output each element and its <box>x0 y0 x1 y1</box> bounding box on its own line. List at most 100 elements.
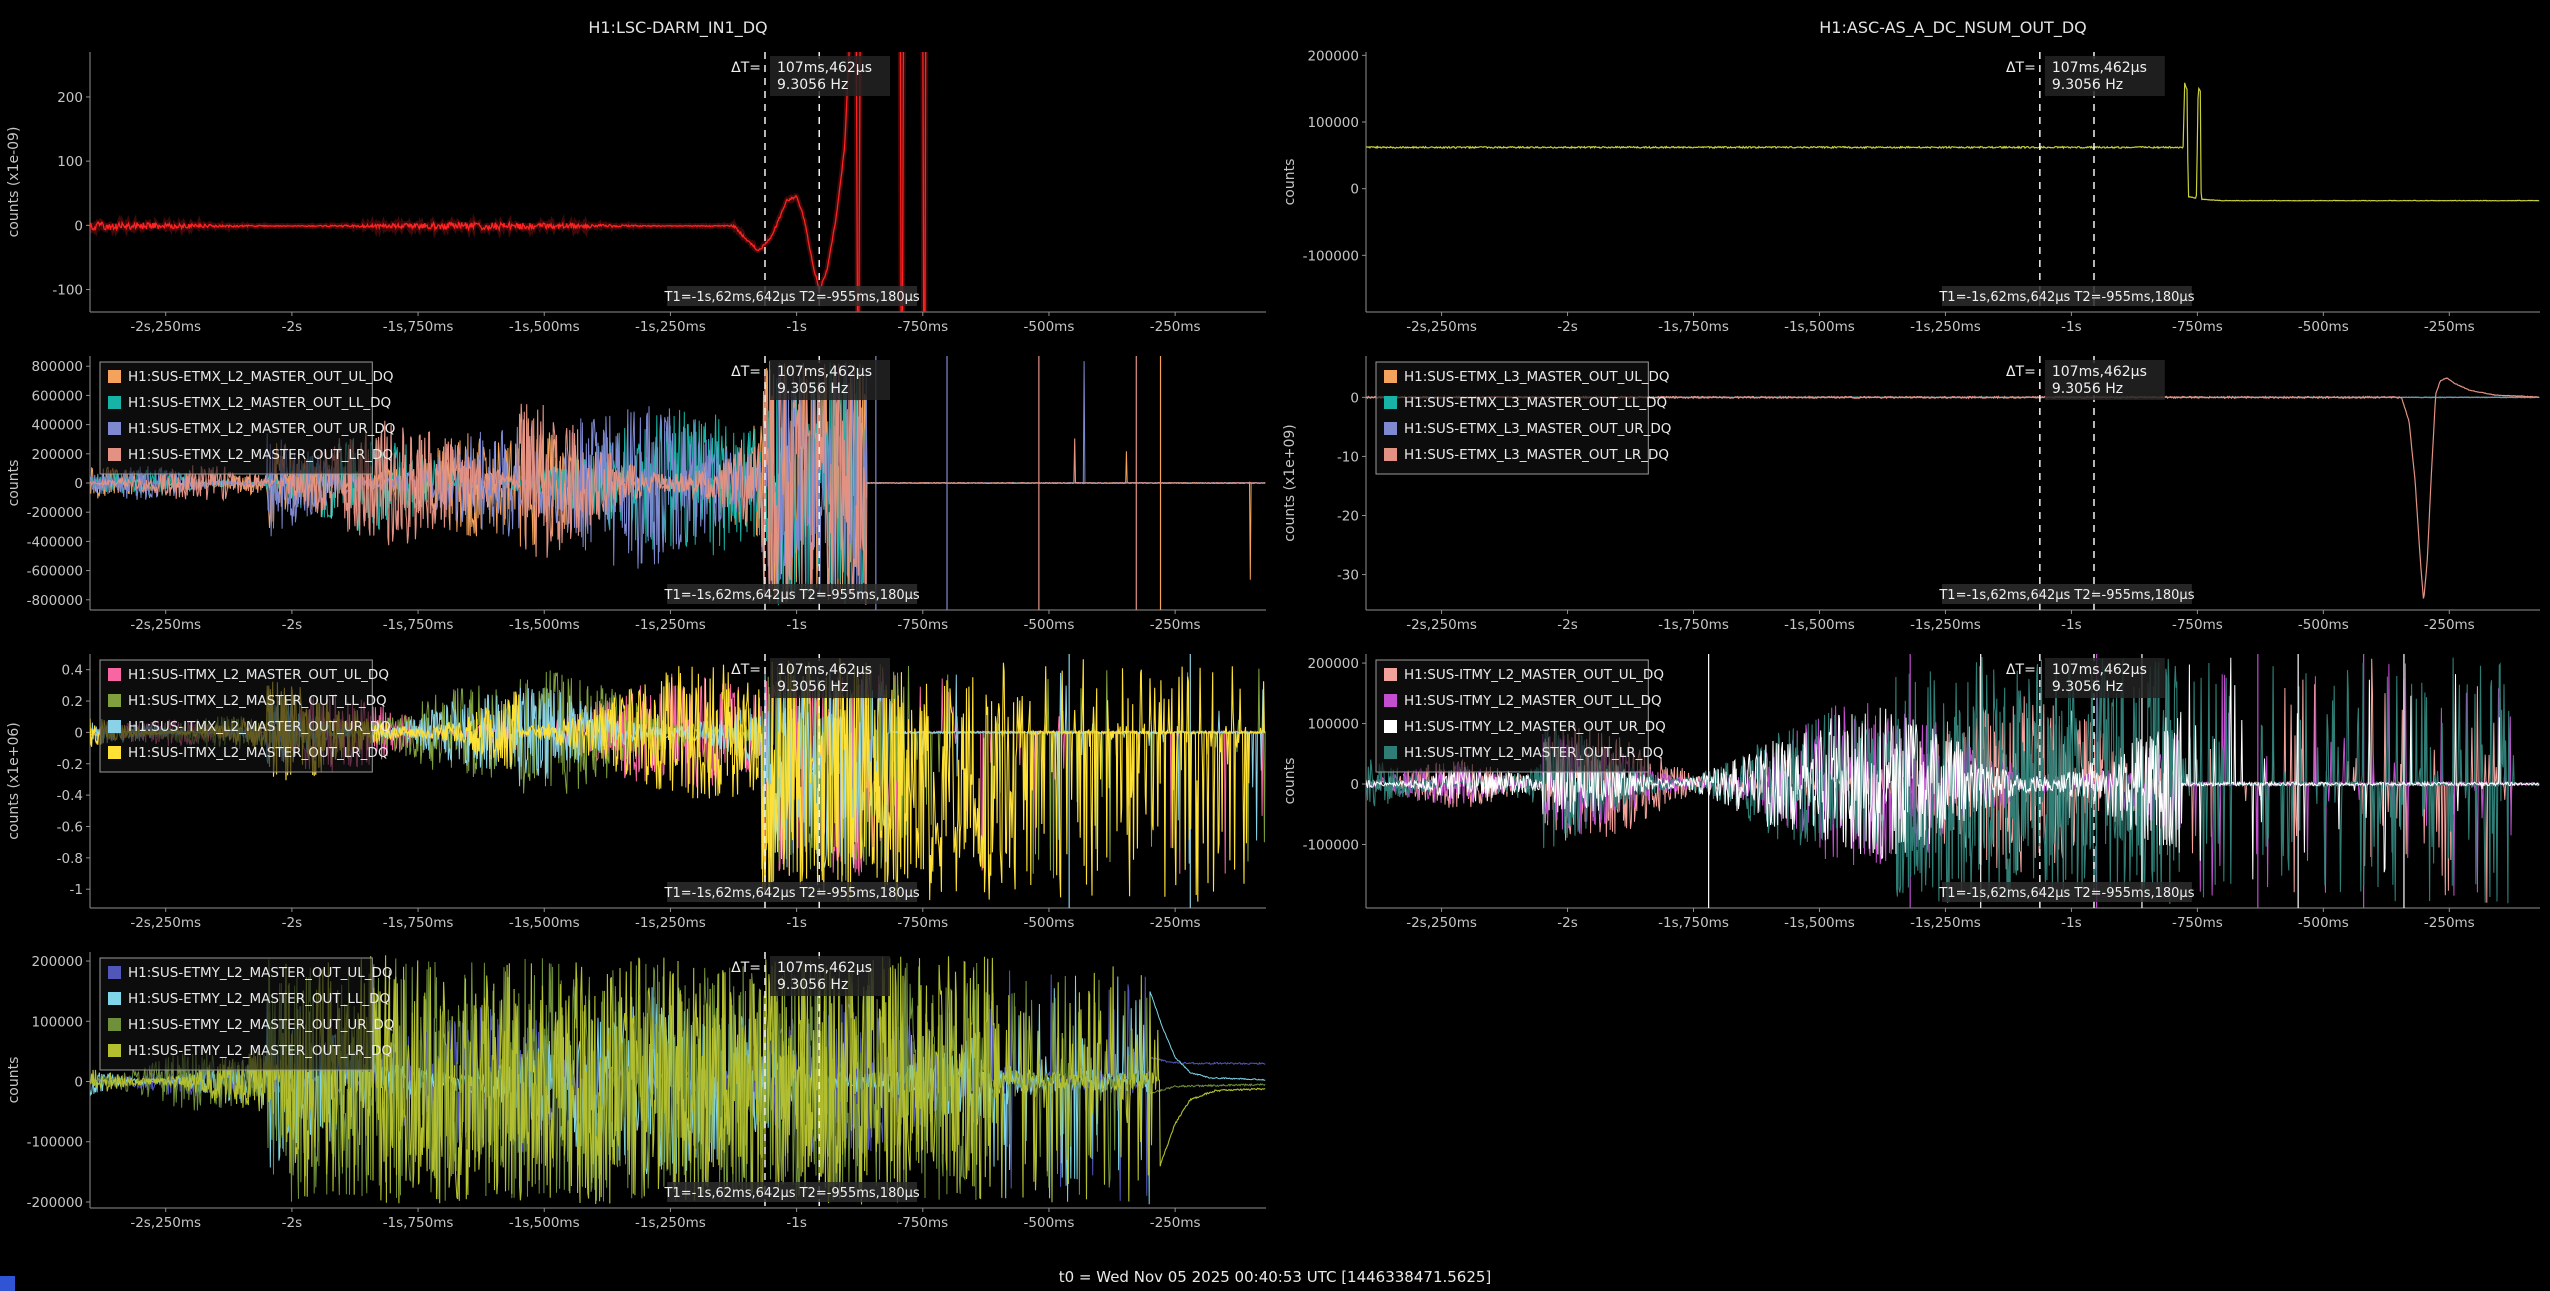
y-tick-label: -100000 <box>27 1135 83 1151</box>
y-tick-label: -20 <box>1337 508 1359 524</box>
x-tick-label: -1s,250ms <box>635 617 706 633</box>
x-tick-label: -750ms <box>2172 915 2223 931</box>
x-tick-label: -2s <box>1557 319 1578 335</box>
x-tick-label: -2s,250ms <box>1406 915 1477 931</box>
delta-t-value: 107ms,462μs <box>777 60 872 76</box>
x-tick-label: -500ms <box>1024 1215 1075 1231</box>
y-tick-label: 0 <box>74 218 83 234</box>
x-tick-label: -750ms <box>897 915 948 931</box>
legend-label: H1:SUS-ETMX_L2_MASTER_OUT_UR_DQ <box>128 421 395 437</box>
y-tick-label: 600000 <box>31 388 83 404</box>
legend-swatch <box>1384 370 1397 383</box>
plot-canvas[interactable]: counts2000001000000-100000-200000-2s,250… <box>2 940 1274 1236</box>
y-axis-label: counts <box>6 460 22 507</box>
x-tick-label: -1s,500ms <box>509 1215 580 1231</box>
legend-label: H1:SUS-ETMX_L3_MASTER_OUT_UL_DQ <box>1404 369 1670 385</box>
y-tick-label: -30 <box>1337 568 1359 584</box>
x-tick-label: -2s,250ms <box>130 617 201 633</box>
x-tick-label: -2s,250ms <box>1406 319 1477 335</box>
x-tick-label: -2s <box>282 617 303 633</box>
plot-h1-sus-etmx-l2-master-out: counts8000006000004000002000000-200000-4… <box>2 344 1274 638</box>
y-tick-label: 200000 <box>1307 48 1359 64</box>
legend-swatch <box>1384 396 1397 409</box>
x-tick-label: -1s,250ms <box>1910 915 1981 931</box>
legend-label: H1:SUS-ETMY_L2_MASTER_OUT_UR_DQ <box>128 1017 394 1033</box>
x-tick-label: -1s,250ms <box>1910 617 1981 633</box>
delta-t-label: ΔT= <box>2006 364 2036 380</box>
plot-canvas[interactable]: counts2000001000000-100000-2s,250ms-2s-1… <box>1278 642 2548 936</box>
legend-swatch <box>108 966 121 979</box>
x-tick-label: -500ms <box>1024 617 1075 633</box>
y-tick-label: 100000 <box>31 1014 83 1030</box>
plot-h1-sus-etmx-l3-master-out: counts (x1e+09)0-10-20-30-2s,250ms-2s-1s… <box>1278 344 2548 638</box>
t0-timestamp: t0 = Wed Nov 05 2025 00:40:53 UTC [14463… <box>0 1268 2550 1286</box>
y-tick-label: -100000 <box>1303 838 1359 854</box>
delta-t-label: ΔT= <box>731 364 761 380</box>
x-tick-label: -250ms <box>1150 915 1201 931</box>
x-tick-label: -2s,250ms <box>130 1215 201 1231</box>
y-tick-label: -100 <box>52 283 83 299</box>
delta-t-label: ΔT= <box>2006 662 2036 678</box>
x-tick-label: -750ms <box>897 319 948 335</box>
y-tick-label: 400000 <box>31 418 83 434</box>
legend-swatch <box>108 1018 121 1031</box>
delta-t-value: 107ms,462μs <box>2052 60 2147 76</box>
x-tick-label: -1s <box>2061 319 2082 335</box>
plot-canvas[interactable]: counts (x1e+09)0-10-20-30-2s,250ms-2s-1s… <box>1278 344 2548 638</box>
x-tick-label: -1s,500ms <box>1784 915 1855 931</box>
legend-swatch <box>108 448 121 461</box>
legend-swatch <box>1384 720 1397 733</box>
x-tick-label: -500ms <box>2298 915 2349 931</box>
x-tick-label: -750ms <box>897 1215 948 1231</box>
legend-swatch <box>1384 668 1397 681</box>
x-tick-label: -1s <box>786 1215 807 1231</box>
legend: H1:SUS-ETMX_L2_MASTER_OUT_UL_DQH1:SUS-ET… <box>100 362 395 474</box>
x-tick-label: -1s <box>786 617 807 633</box>
y-tick-label: 200000 <box>31 447 83 463</box>
taskbar-fragment[interactable] <box>0 1276 15 1291</box>
legend-swatch <box>1384 694 1397 707</box>
y-tick-label: 200 <box>57 90 83 106</box>
legend-swatch <box>108 422 121 435</box>
y-tick-label: -0.6 <box>57 819 83 835</box>
delta-t-value: 107ms,462μs <box>777 960 872 976</box>
x-tick-label: -500ms <box>2298 319 2349 335</box>
legend-swatch <box>1384 746 1397 759</box>
plot-h1-sus-itmx-l2-master-out: counts (x1e+06)0.40.20-0.2-0.4-0.6-0.8-1… <box>2 642 1274 936</box>
plot-canvas[interactable]: counts (x1e-09)2001000-100-2s,250ms-2s-1… <box>2 10 1274 340</box>
x-tick-label: -1s,750ms <box>1658 915 1729 931</box>
y-tick-label: -1 <box>70 882 83 898</box>
x-tick-label: -750ms <box>2172 617 2223 633</box>
y-tick-label: 0.2 <box>62 694 83 710</box>
x-tick-label: -2s <box>1557 617 1578 633</box>
cursor-range-label: T1=-1s,62ms,642μs T2=-955ms,180μs <box>664 290 920 305</box>
legend-swatch <box>108 1044 121 1057</box>
delta-t-value: 107ms,462μs <box>777 364 872 380</box>
legend-label: H1:SUS-ETMY_L2_MASTER_OUT_LR_DQ <box>128 1043 392 1059</box>
plot-canvas[interactable]: counts8000006000004000002000000-200000-4… <box>2 344 1274 638</box>
plot-canvas[interactable]: counts (x1e+06)0.40.20-0.2-0.4-0.6-0.8-1… <box>2 642 1274 936</box>
x-tick-label: -250ms <box>2424 319 2475 335</box>
x-tick-label: -2s,250ms <box>130 915 201 931</box>
legend-swatch <box>108 720 121 733</box>
delta-t-label: ΔT= <box>731 60 761 76</box>
y-tick-label: -10 <box>1337 449 1359 465</box>
cursor-range-label: T1=-1s,62ms,642μs T2=-955ms,180μs <box>664 588 920 603</box>
app-window: { "app": { "footer_t0": "t0 = Wed Nov 05… <box>0 0 2550 1291</box>
y-axis-label: counts <box>1282 159 1298 206</box>
delta-t-label: ΔT= <box>2006 60 2036 76</box>
legend-label: H1:SUS-ITMX_L2_MASTER_OUT_LR_DQ <box>128 745 388 761</box>
legend: H1:SUS-ITMY_L2_MASTER_OUT_UL_DQH1:SUS-IT… <box>1376 660 1666 772</box>
legend-label: H1:SUS-ETMX_L3_MASTER_OUT_UR_DQ <box>1404 421 1671 437</box>
y-tick-label: 100000 <box>1307 717 1359 733</box>
x-tick-label: -1s <box>786 915 807 931</box>
plot-canvas[interactable]: counts2000001000000-100000-2s,250ms-2s-1… <box>1278 10 2548 340</box>
legend: H1:SUS-ETMY_L2_MASTER_OUT_UL_DQH1:SUS-ET… <box>100 958 394 1070</box>
delta-t-value: 107ms,462μs <box>777 662 872 678</box>
y-tick-label: -200000 <box>27 1195 83 1211</box>
cursor-range-label: T1=-1s,62ms,642μs T2=-955ms,180μs <box>664 1186 920 1201</box>
legend-swatch <box>108 370 121 383</box>
legend-label: H1:SUS-ITMX_L2_MASTER_OUT_LL_DQ <box>128 693 387 709</box>
y-tick-label: 800000 <box>31 359 83 375</box>
x-tick-label: -1s <box>2061 915 2082 931</box>
